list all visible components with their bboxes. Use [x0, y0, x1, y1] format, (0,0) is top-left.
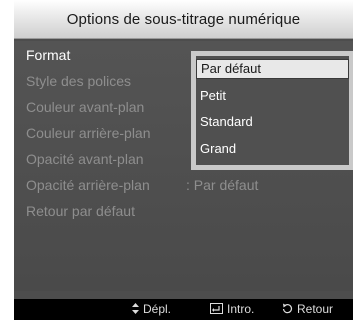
format-dropdown: Par défaut Petit Standard Grand — [191, 51, 353, 170]
enter-icon — [210, 299, 223, 320]
dropdown-option-petit[interactable]: Petit — [196, 86, 226, 106]
menu-value-opacite-arriere-plan: : Par défaut — [186, 177, 259, 193]
dropdown-option-standard[interactable]: Standard — [196, 112, 253, 132]
menu-item-couleur-avant-plan[interactable]: Couleur avant-plan — [26, 95, 144, 119]
footer-enter-label: Intro. — [227, 302, 255, 316]
footer-return-label: Retour — [297, 302, 334, 316]
menu-item-opacite-arriere-plan[interactable]: Opacité arrière-plan — [26, 173, 150, 197]
dropdown-list: Par défaut Petit Standard Grand — [196, 56, 349, 165]
screen: Options de sous-titrage numérique Format… — [0, 0, 355, 320]
menu-item-style-des-polices[interactable]: Style des polices — [26, 69, 131, 93]
menu-item-format[interactable]: Format — [26, 43, 70, 67]
osd-panel: Options de sous-titrage numérique Format… — [14, 0, 353, 320]
up-down-arrow-icon — [132, 299, 139, 320]
menu-item-opacite-avant-plan[interactable]: Opacité avant-plan — [26, 147, 144, 171]
footer-move: Dépl. — [132, 299, 171, 320]
footer-move-label: Dépl. — [143, 302, 172, 316]
page-title: Options de sous-titrage numérique — [66, 10, 301, 28]
footer-hints: Dépl. Intro. Retour — [14, 299, 353, 320]
return-icon — [282, 299, 293, 320]
footer-return: Retour — [282, 299, 333, 320]
dropdown-option-par-defaut[interactable]: Par défaut — [196, 59, 349, 79]
menu-item-retour-par-defaut[interactable]: Retour par défaut — [26, 199, 135, 223]
footer-enter: Intro. — [210, 299, 254, 320]
dropdown-option-grand[interactable]: Grand — [196, 139, 236, 159]
title-bar: Options de sous-titrage numérique — [14, 0, 353, 39]
menu-item-couleur-arriere-plan[interactable]: Couleur arrière-plan — [26, 121, 151, 145]
